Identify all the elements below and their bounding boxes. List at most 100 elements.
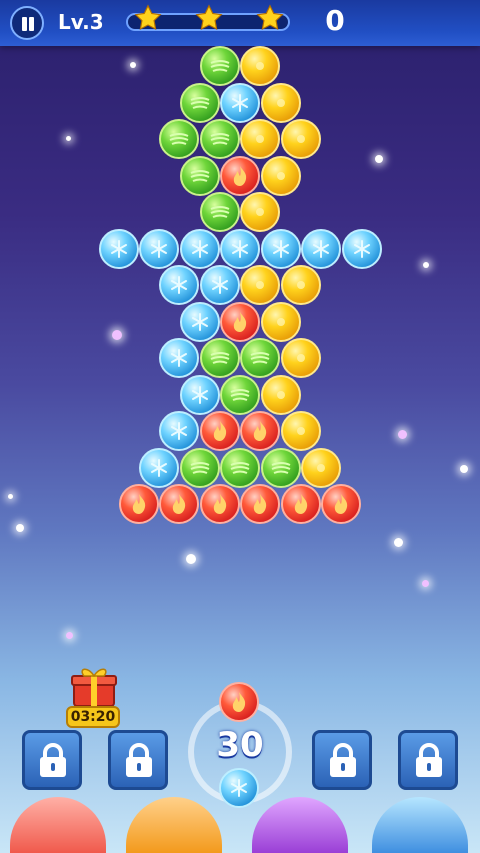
- lock-icon: [330, 743, 356, 777]
- moves-counter: 30: [216, 725, 264, 765]
- sparkle-icon: [423, 262, 429, 268]
- star-icon: [134, 4, 162, 31]
- wind-icon: [202, 194, 238, 230]
- glow-icon: [283, 121, 319, 157]
- bubble-blue: [220, 82, 260, 123]
- wind-icon: [222, 377, 258, 413]
- bubble-green: [220, 447, 260, 488]
- glow-icon: [242, 194, 278, 230]
- booster-slot-4[interactable]: [398, 730, 458, 790]
- bubble-red: [220, 301, 260, 342]
- lock-icon: [40, 743, 66, 777]
- bubble-green: [199, 119, 240, 159]
- wind-icon: [202, 48, 238, 84]
- star-icon: [195, 4, 223, 31]
- sparkle-icon: [66, 632, 73, 639]
- bubble-blue: [179, 301, 220, 342]
- bubble-blue: [159, 411, 200, 451]
- sparkle-icon: [460, 465, 468, 473]
- current-bubble[interactable]: [219, 682, 259, 722]
- bubble-green: [159, 119, 200, 159]
- bubble-blue: [199, 265, 240, 305]
- snowflake-icon: [101, 231, 137, 267]
- game-screen: Lv.3 0 03:20 30: [0, 0, 480, 853]
- bubble-red: [240, 484, 281, 524]
- bubble-yellow: [301, 447, 341, 488]
- bubble-red: [199, 411, 240, 451]
- bubble-yellow: [240, 192, 281, 232]
- glow-icon: [263, 377, 299, 413]
- glow-icon: [263, 158, 299, 194]
- color-jar-blue: [372, 797, 468, 853]
- sparkle-icon: [186, 554, 196, 564]
- snowflake-icon: [182, 304, 218, 340]
- bubble-red: [321, 484, 362, 524]
- bubble-blue: [98, 228, 139, 269]
- fire-icon: [202, 413, 238, 449]
- bubble-blue: [220, 228, 260, 269]
- wind-icon: [182, 85, 218, 121]
- bubble-green: [199, 192, 240, 232]
- level-label: Lv.3: [58, 10, 104, 34]
- bubble-red: [199, 484, 240, 524]
- pause-icon-bar-left: [22, 17, 27, 31]
- wind-icon: [263, 450, 299, 486]
- snowflake-icon: [141, 231, 177, 267]
- wind-icon: [161, 121, 197, 157]
- snowflake-icon: [141, 450, 177, 486]
- bubble-yellow: [240, 119, 281, 159]
- bubble-blue: [179, 228, 220, 269]
- bubble-yellow: [260, 155, 301, 196]
- bubble-blue: [139, 228, 179, 269]
- snowflake-icon: [222, 85, 258, 121]
- booster-slot-1[interactable]: [22, 730, 82, 790]
- wind-icon: [242, 340, 278, 376]
- bubble-yellow: [240, 265, 281, 305]
- sparkle-icon: [130, 62, 136, 68]
- bubble-green: [199, 46, 240, 86]
- snowflake-icon: [303, 231, 339, 267]
- snowflake-icon: [182, 377, 218, 413]
- snowflake-icon: [161, 340, 197, 376]
- pause-button[interactable]: [10, 6, 44, 40]
- fire-icon: [121, 486, 157, 522]
- snowflake-icon: [202, 267, 238, 303]
- wind-icon: [202, 340, 238, 376]
- bubble-blue: [341, 228, 382, 269]
- snowflake-icon: [263, 231, 299, 267]
- glow-icon: [263, 304, 299, 340]
- booster-slot-2[interactable]: [108, 730, 168, 790]
- fire-icon: [222, 158, 258, 194]
- glow-icon: [283, 267, 319, 303]
- score-value: 0: [325, 4, 345, 37]
- wind-icon: [202, 121, 238, 157]
- sparkle-icon: [398, 430, 407, 439]
- lock-icon: [126, 743, 152, 777]
- wind-icon: [182, 158, 218, 194]
- fire-icon: [242, 486, 278, 522]
- sparkle-icon: [8, 494, 13, 499]
- bubble-yellow: [260, 301, 301, 342]
- snowflake-icon: [182, 231, 218, 267]
- bubble-yellow: [280, 119, 321, 159]
- bubble-green: [220, 374, 260, 415]
- glow-icon: [242, 267, 278, 303]
- color-jar-purple: [252, 797, 348, 853]
- bubble-green: [179, 155, 220, 196]
- bubble-blue: [139, 447, 179, 488]
- wind-icon: [222, 450, 258, 486]
- gift-box-icon[interactable]: [70, 664, 118, 708]
- booster-slot-3[interactable]: [312, 730, 372, 790]
- bubble-blue: [159, 265, 200, 305]
- bubble-yellow: [280, 265, 321, 305]
- fire-icon: [323, 486, 359, 522]
- bubble-blue: [179, 374, 220, 415]
- bubble-red: [118, 484, 159, 524]
- wind-icon: [182, 450, 218, 486]
- snowflake-icon: [161, 413, 197, 449]
- glow-icon: [242, 121, 278, 157]
- glow-icon: [263, 85, 299, 121]
- bubble-yellow: [280, 411, 321, 451]
- bubble-yellow: [260, 82, 301, 123]
- bubble-green: [179, 447, 220, 488]
